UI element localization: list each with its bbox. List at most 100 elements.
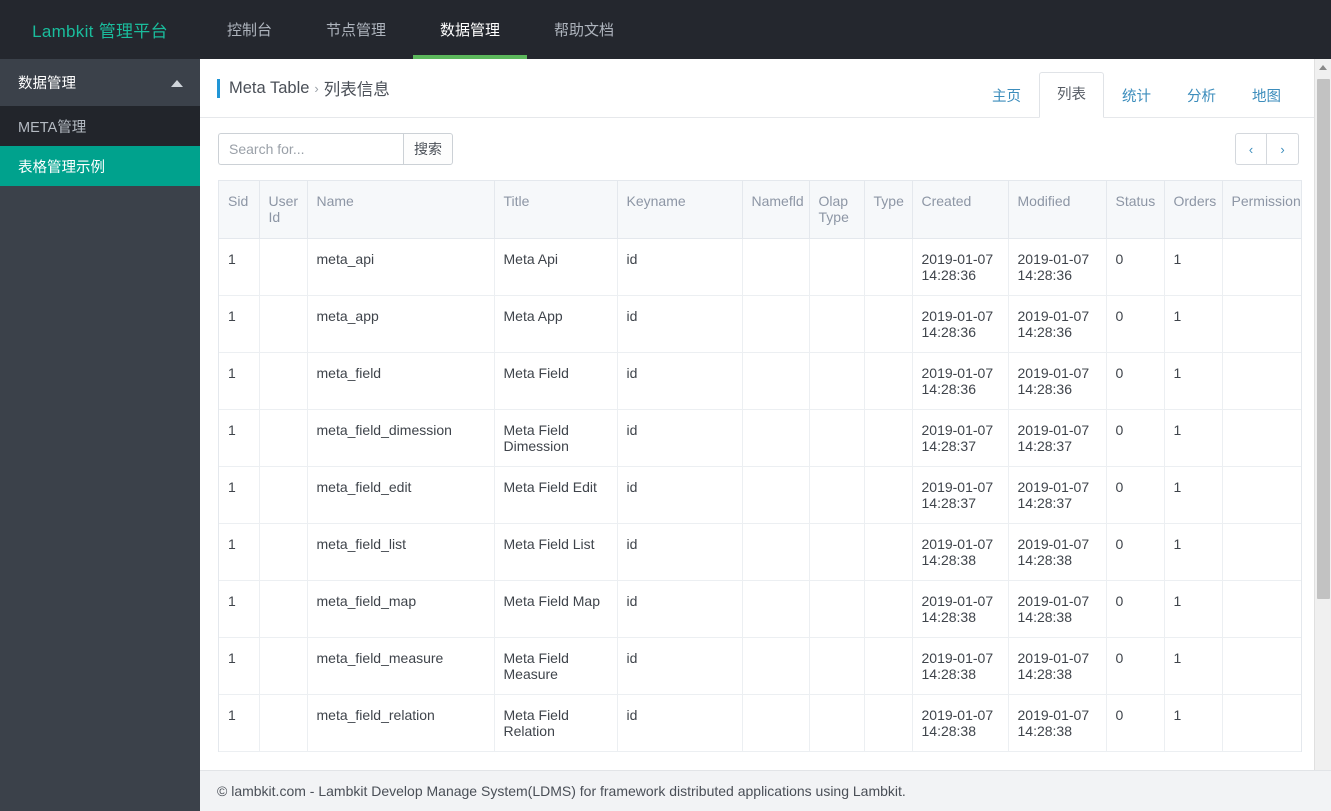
cell-status: 0 <box>1106 295 1165 353</box>
column-header-status[interactable]: Status <box>1106 181 1165 239</box>
sidebar-group-data-management[interactable]: 数据管理 <box>0 59 200 106</box>
sidebar-item-table-management-example[interactable]: 表格管理示例 <box>0 146 200 186</box>
cell-modified-time: 14:28:37 <box>1017 437 1073 454</box>
table-row[interactable]: 1 meta_app Meta App id 2019-01-07 14:28:36 201… <box>219 295 1301 353</box>
cell-type <box>864 238 913 296</box>
column-header-user-id[interactable]: User Id <box>259 181 308 239</box>
cell-permission <box>1222 466 1301 524</box>
nav-item-node-management[interactable]: 节点管理 <box>299 0 413 59</box>
cell-keyname: id <box>617 580 743 638</box>
chevron-up-icon[interactable] <box>171 79 183 87</box>
cell-keyname: id <box>617 409 743 467</box>
cell-created-time: 14:28:36 <box>921 323 977 340</box>
column-header-namefld[interactable]: Namefld <box>742 181 810 239</box>
breadcrumb-root[interactable]: Meta Table <box>229 79 309 98</box>
cell-type <box>864 466 913 524</box>
cell-modified: 2019-01-07 14:28:36 <box>1008 295 1107 353</box>
cell-created: 2019-01-07 14:28:36 <box>912 295 1009 353</box>
brand-logo[interactable]: Lambkit 管理平台 <box>0 0 200 59</box>
cell-name: meta_field <box>307 352 495 410</box>
footer-text: © lambkit.com - Lambkit Develop Manage S… <box>217 783 906 799</box>
cell-olap-type <box>809 409 865 467</box>
cell-created-date: 2019-01-07 <box>921 478 994 495</box>
column-header-orders[interactable]: Orders <box>1164 181 1223 239</box>
cell-type <box>864 523 913 581</box>
tab-home[interactable]: 主页 <box>974 76 1039 118</box>
cell-permission <box>1222 580 1301 638</box>
cell-keyname: id <box>617 466 743 524</box>
table-row[interactable]: 1 meta_field Meta Field id 2019-01-07 14:28:3… <box>219 352 1301 410</box>
sidebar-item-meta-management[interactable]: META管理 <box>0 106 200 146</box>
column-header-keyname[interactable]: Keyname <box>617 181 743 239</box>
cell-user-id <box>259 580 308 638</box>
cell-status: 0 <box>1106 238 1165 296</box>
search-input[interactable] <box>218 133 403 165</box>
cell-status: 0 <box>1106 637 1165 695</box>
cell-name: meta_api <box>307 238 495 296</box>
column-header-olap-type[interactable]: Olap Type <box>809 181 865 239</box>
table-row[interactable]: 1 meta_field_dimession Meta Field Dimessio… <box>219 409 1301 467</box>
cell-created-time: 14:28:37 <box>921 494 977 511</box>
cell-modified: 2019-01-07 14:28:36 <box>1008 238 1107 296</box>
tab-label: 地图 <box>1252 89 1281 106</box>
cell-sid: 1 <box>219 295 260 353</box>
tab-list[interactable]: 列表 <box>1039 72 1104 118</box>
chevron-right-icon: › <box>1280 141 1285 157</box>
column-header-created[interactable]: Created <box>912 181 1009 239</box>
column-header-type[interactable]: Type <box>864 181 913 239</box>
cell-namefld <box>742 466 810 524</box>
cell-modified-time: 14:28:36 <box>1017 380 1073 397</box>
cell-created-date: 2019-01-07 <box>921 592 994 609</box>
chevron-left-icon: ‹ <box>1248 141 1254 157</box>
cell-namefld <box>742 409 810 467</box>
cell-created-time: 14:28:37 <box>921 437 977 454</box>
nav-item-help-docs[interactable]: 帮助文档 <box>527 0 641 59</box>
cell-user-id <box>259 637 308 695</box>
column-header-sid[interactable]: Sid <box>219 181 260 239</box>
prev-page-button[interactable]: ‹ <box>1235 133 1267 165</box>
cell-type <box>864 295 913 353</box>
cell-title: Meta Field <box>494 352 618 410</box>
cell-name: meta_field_measure <box>307 637 495 695</box>
nav-item-data-management[interactable]: 数据管理 <box>413 0 528 59</box>
cell-status: 0 <box>1106 694 1165 752</box>
table-row[interactable]: 1 meta_api Meta Api id 2019-01-07 14:28:36 201… <box>219 238 1301 296</box>
cell-keyname: id <box>617 295 743 353</box>
cell-namefld <box>742 523 810 581</box>
sidebar: 数据管理 META管理 表格管理示例 <box>0 59 200 811</box>
scrollbar-thumb[interactable] <box>1317 79 1330 599</box>
cell-sid: 1 <box>219 523 260 581</box>
nav-item-console[interactable]: 控制台 <box>200 0 299 59</box>
main-content: Meta Table › 列表信息 主页 列表 统计 分析 地图 搜索 <box>200 59 1317 770</box>
tab-label: 主页 <box>992 89 1021 106</box>
column-header-modified[interactable]: Modified <box>1008 181 1107 239</box>
cell-permission <box>1222 637 1301 695</box>
cell-type <box>864 352 913 410</box>
cell-orders: 1 <box>1164 409 1223 467</box>
vertical-scrollbar[interactable] <box>1314 59 1331 770</box>
tab-map[interactable]: 地图 <box>1234 76 1299 118</box>
scrollbar-up-button[interactable] <box>1315 59 1331 76</box>
table-row[interactable]: 1 meta_field_measure Meta Field Measure id 2… <box>219 637 1301 695</box>
cell-olap-type <box>809 637 865 695</box>
cell-created-time: 14:28:38 <box>921 665 977 682</box>
table-row[interactable]: 1 meta_field_list Meta Field List id 2019-01… <box>219 523 1301 581</box>
table-row[interactable]: 1 meta_field_edit Meta Field Edit id 2019-01… <box>219 466 1301 524</box>
cell-keyname: id <box>617 637 743 695</box>
column-header-title[interactable]: Title <box>494 181 618 239</box>
column-header-name[interactable]: Name <box>307 181 495 239</box>
column-header-permission[interactable]: Permission <box>1222 181 1301 239</box>
search-button[interactable]: 搜索 <box>403 133 453 165</box>
next-page-button[interactable]: › <box>1267 133 1299 165</box>
cell-modified-time: 14:28:38 <box>1017 665 1073 682</box>
cell-sid: 1 <box>219 238 260 296</box>
table-row[interactable]: 1 meta_field_relation Meta Field Relation i… <box>219 694 1301 752</box>
cell-title: Meta Field List <box>494 523 618 581</box>
cell-modified: 2019-01-07 14:28:36 <box>1008 352 1107 410</box>
cell-type <box>864 637 913 695</box>
table-row[interactable]: 1 meta_field_map Meta Field Map id 2019-01-0… <box>219 580 1301 638</box>
tab-label: 统计 <box>1122 89 1151 106</box>
cell-orders: 1 <box>1164 694 1223 752</box>
tab-statistics[interactable]: 统计 <box>1104 76 1169 118</box>
tab-analysis[interactable]: 分析 <box>1169 76 1234 118</box>
